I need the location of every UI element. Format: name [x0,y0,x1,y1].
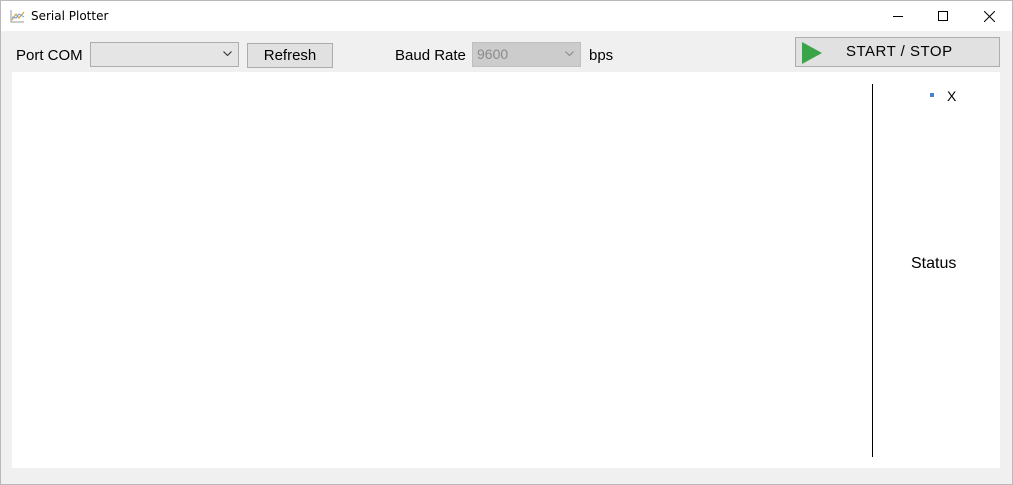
maximize-icon [938,11,948,21]
refresh-button[interactable]: Refresh [247,43,333,68]
start-stop-label: START / STOP [846,43,953,60]
close-button[interactable] [966,1,1012,31]
play-icon [802,42,822,64]
plot-divider [872,84,873,457]
status-label: Status [911,255,957,272]
start-stop-button[interactable]: START / STOP [795,37,1000,67]
chevron-down-icon [565,51,574,57]
bps-label: bps [589,47,614,64]
window-title: Serial Plotter [31,9,109,23]
baud-rate-value: 9600 [477,46,509,62]
baud-rate-select[interactable]: 9600 [472,42,581,67]
baud-rate-label: Baud Rate [395,47,466,64]
maximize-button[interactable] [920,1,966,31]
port-com-label: Port COM [16,47,83,64]
chevron-down-icon [223,51,232,57]
minimize-icon [893,16,903,17]
chart-line-icon [10,10,25,23]
plot-area: X Status [12,72,1000,468]
port-com-select[interactable] [90,42,239,67]
minimize-button[interactable] [875,1,921,31]
serial-plotter-window: Serial Plotter Port COM Refresh Baud Rat… [0,0,1013,485]
legend-marker-x [930,93,934,97]
close-icon [983,10,995,22]
legend-label-x: X [947,88,957,104]
title-bar[interactable]: Serial Plotter [1,1,1012,31]
